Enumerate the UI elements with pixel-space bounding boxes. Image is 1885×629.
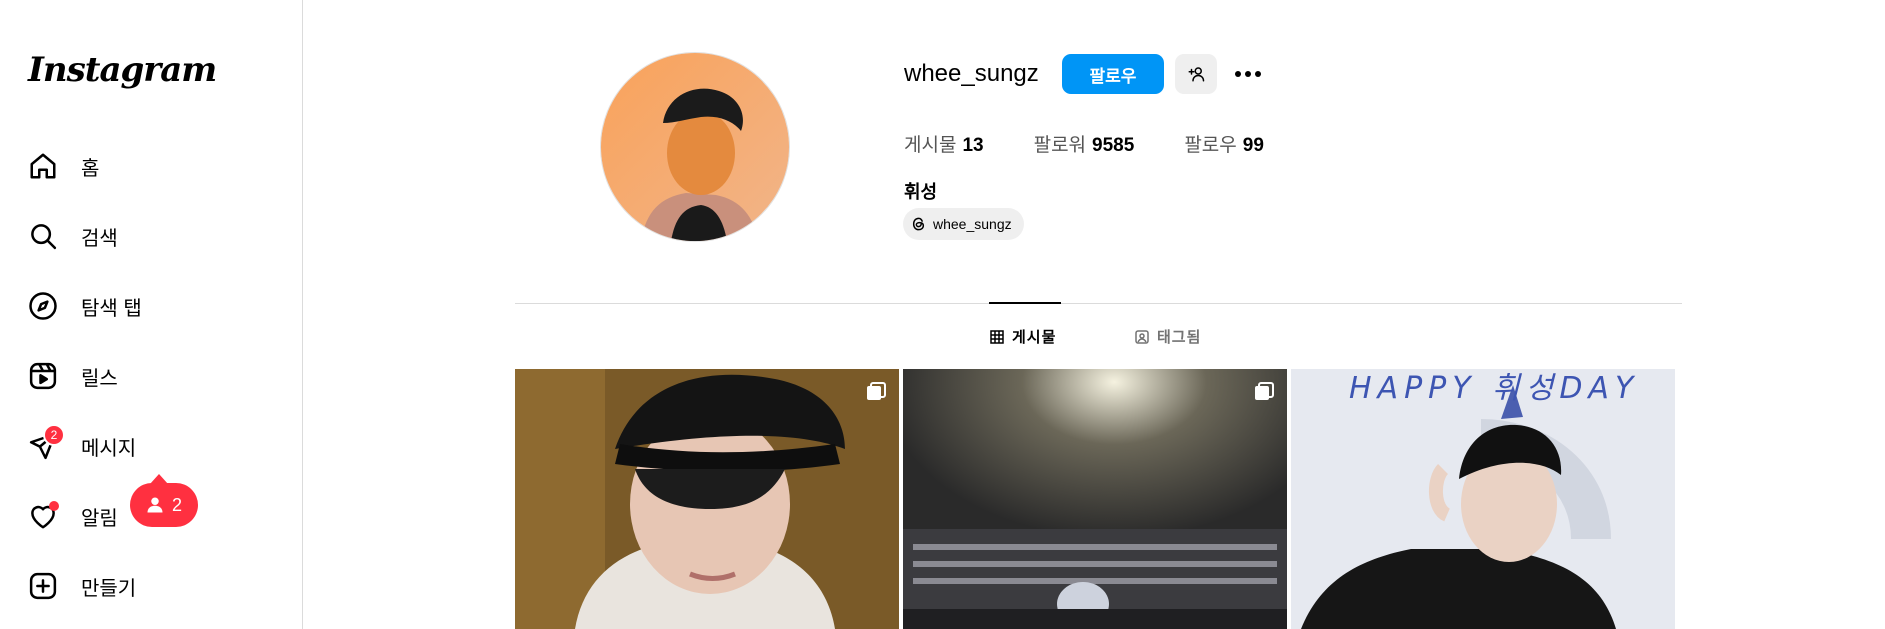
profile-avatar[interactable] [600,52,790,242]
followers-count[interactable]: 팔로워 9585 [1034,130,1135,157]
sidebar: Instagram 홈 검색 탐색 탭 릴스 2 메시지 알림 만들기 2 [0,0,303,629]
more-icon [1235,71,1261,77]
sidebar-item-explore[interactable]: 탐색 탭 [27,284,142,328]
post-tile[interactable] [515,369,899,629]
threads-handle: whee_sungz [933,216,1012,232]
heart-icon [27,500,59,532]
new-followers-popup[interactable]: 2 [130,474,199,527]
tagged-icon [1135,329,1149,344]
sidebar-item-label: 알림 [81,507,118,530]
message-badge: 2 [43,424,65,446]
sidebar-item-label: 검색 [81,227,118,250]
sidebar-item-label: 메시지 [81,437,137,460]
sidebar-item-create[interactable]: 만들기 [27,564,136,608]
threads-link[interactable]: whee_sungz [903,208,1024,240]
create-icon [27,570,59,602]
stat-value: 9585 [1092,135,1135,156]
grid-icon [990,329,1004,344]
profile-full-name: 휘성 [904,182,938,202]
stat-label: 팔로워 [1033,135,1087,156]
tab-label: 게시물 [1012,329,1057,346]
stat-label: 게시물 [904,135,957,156]
reels-icon [27,360,59,392]
new-followers-count: 2 [172,494,183,515]
stat-value: 13 [962,135,984,156]
add-person-icon [1188,67,1205,82]
suggested-users-button[interactable] [1175,54,1217,94]
multiple-images-icon [867,382,886,400]
search-icon [27,220,59,252]
tabs-divider [515,303,1682,304]
post-image [515,369,899,629]
sidebar-item-label: 탐색 탭 [81,297,142,320]
sidebar-item-label: 만들기 [81,577,137,600]
sidebar-item-reels[interactable]: 릴스 [27,354,118,398]
notification-dot [49,501,59,511]
profile-stats: 게시물 13 팔로워 9585 팔로우 99 [904,130,1314,157]
home-icon [27,150,59,182]
post-overlay-text: HAPPY 휘성DAY [1349,371,1640,406]
stat-label: 팔로우 [1184,135,1237,156]
person-icon [147,497,163,513]
stat-value: 99 [1242,135,1264,156]
profile-username: whee_sungz [904,60,1039,87]
sidebar-item-notifications[interactable]: 알림 [27,494,118,538]
explore-icon [27,290,59,322]
sidebar-item-messages[interactable]: 2 메시지 [27,424,136,468]
follow-button[interactable]: 팔로우 [1062,54,1164,94]
sidebar-item-label: 릴스 [81,367,118,390]
multiple-images-icon [1255,382,1274,400]
threads-icon [912,217,925,231]
post-image [1291,369,1675,629]
post-image [903,369,1287,629]
more-options-button[interactable] [1230,58,1266,90]
posts-count: 게시물 13 [904,130,984,157]
instagram-logo[interactable]: Instagram [28,50,217,90]
following-count[interactable]: 팔로우 99 [1184,130,1264,157]
sidebar-item-home[interactable]: 홈 [27,144,99,188]
tab-posts[interactable]: 게시물 [990,326,1056,347]
post-tile[interactable]: HAPPY 휘성DAY [1291,369,1675,629]
messenger-icon: 2 [27,424,65,462]
sidebar-item-search[interactable]: 검색 [27,214,118,258]
post-tile[interactable] [903,369,1287,629]
tab-tagged[interactable]: 태그됨 [1135,326,1201,347]
tab-label: 태그됨 [1157,329,1202,346]
sidebar-item-label: 홈 [81,157,100,180]
active-tab-indicator [989,302,1061,304]
